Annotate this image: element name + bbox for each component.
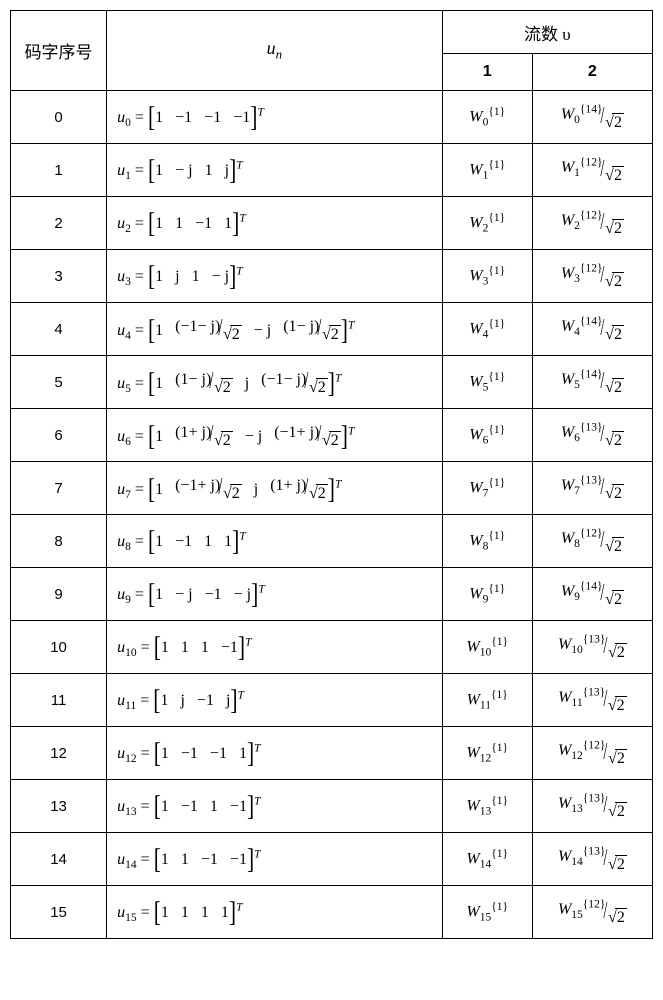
flow-1-cell: W15{1}	[442, 886, 532, 939]
flow-2-cell: W11{13}/√2	[532, 674, 652, 727]
codeword-index: 1	[11, 144, 107, 197]
flow-2-cell: W14{13}/√2	[532, 833, 652, 886]
table-row: 6u6 = [1 (1+ j)/√2 − j (−1+ j)/√2]TW6{1}…	[11, 409, 653, 462]
codeword-vector: u11 = [1 j −1 j]T	[107, 674, 443, 727]
table-row: 2u2 = [1 1 −1 1]TW2{1}W2{12}/√2	[11, 197, 653, 250]
table-row: 7u7 = [1 (−1+ j)/√2 j (1+ j)/√2]TW7{1}W7…	[11, 462, 653, 515]
codeword-vector: u4 = [1 (−1− j)/√2 − j (1− j)/√2]T	[107, 303, 443, 356]
codeword-index: 4	[11, 303, 107, 356]
codeword-index: 9	[11, 568, 107, 621]
flow-1-cell: W14{1}	[442, 833, 532, 886]
header-un: un	[107, 11, 443, 91]
codeword-index: 3	[11, 250, 107, 303]
header-index-text: 码字序号	[25, 43, 93, 62]
flow-1-cell: W8{1}	[442, 515, 532, 568]
flow-2-cell: W5{14}/√2	[532, 356, 652, 409]
flow-2-cell: W15{12}/√2	[532, 886, 652, 939]
codeword-index: 15	[11, 886, 107, 939]
codeword-index: 5	[11, 356, 107, 409]
codeword-vector: u9 = [1 − j −1 − j]T	[107, 568, 443, 621]
flow-1-cell: W10{1}	[442, 621, 532, 674]
flow-1-cell: W9{1}	[442, 568, 532, 621]
codeword-vector: u10 = [1 1 1 −1]T	[107, 621, 443, 674]
codeword-vector: u3 = [1 j 1 − j]T	[107, 250, 443, 303]
table-row: 4u4 = [1 (−1− j)/√2 − j (1− j)/√2]TW4{1}…	[11, 303, 653, 356]
flow-1-cell: W4{1}	[442, 303, 532, 356]
codeword-index: 7	[11, 462, 107, 515]
codeword-vector: u8 = [1 −1 1 1]T	[107, 515, 443, 568]
table-row: 3u3 = [1 j 1 − j]TW3{1}W3{12}/√2	[11, 250, 653, 303]
codeword-vector: u13 = [1 −1 1 −1]T	[107, 780, 443, 833]
flow-1-cell: W13{1}	[442, 780, 532, 833]
codeword-vector: u12 = [1 −1 −1 1]T	[107, 727, 443, 780]
flow-1-cell: W11{1}	[442, 674, 532, 727]
header-un-symbol: un	[267, 38, 282, 58]
codeword-vector: u6 = [1 (1+ j)/√2 − j (−1+ j)/√2]T	[107, 409, 443, 462]
flow-2-cell: W4{14}/√2	[532, 303, 652, 356]
header-index: 码字序号	[11, 11, 107, 91]
flow-2-cell: W12{12}/√2	[532, 727, 652, 780]
codeword-index: 0	[11, 91, 107, 144]
flow-2-cell: W9{14}/√2	[532, 568, 652, 621]
flow-1-cell: W0{1}	[442, 91, 532, 144]
header-flow-2: 2	[532, 54, 652, 91]
codeword-vector: u15 = [1 1 1 1]T	[107, 886, 443, 939]
flow-2-cell: W8{12}/√2	[532, 515, 652, 568]
table-row: 14u14 = [1 1 −1 −1]TW14{1}W14{13}/√2	[11, 833, 653, 886]
codeword-vector: u5 = [1 (1− j)/√2 j (−1− j)/√2]T	[107, 356, 443, 409]
codeword-index: 14	[11, 833, 107, 886]
codeword-vector: u7 = [1 (−1+ j)/√2 j (1+ j)/√2]T	[107, 462, 443, 515]
flow-1-cell: W5{1}	[442, 356, 532, 409]
codeword-index: 13	[11, 780, 107, 833]
codeword-vector: u14 = [1 1 −1 −1]T	[107, 833, 443, 886]
table-row: 10u10 = [1 1 1 −1]TW10{1}W10{13}/√2	[11, 621, 653, 674]
codeword-index: 8	[11, 515, 107, 568]
flow-2-cell: W13{13}/√2	[532, 780, 652, 833]
table-row: 0u0 = [1 −1 −1 −1]TW0{1}W0{14}/√2	[11, 91, 653, 144]
table-row: 15u15 = [1 1 1 1]TW15{1}W15{12}/√2	[11, 886, 653, 939]
flow-2-cell: W2{12}/√2	[532, 197, 652, 250]
table-row: 1u1 = [1 − j 1 j]TW1{1}W1{12}/√2	[11, 144, 653, 197]
flow-1-cell: W1{1}	[442, 144, 532, 197]
codebook-table: 码字序号 un 流数 υ 1 2 0u0 = [1 −1 −1 −1]TW0{1…	[10, 10, 653, 939]
header-flows: 流数 υ	[442, 11, 652, 54]
codeword-vector: u2 = [1 1 −1 1]T	[107, 197, 443, 250]
header-flows-text: 流数 υ	[524, 25, 571, 44]
header-row-1: 码字序号 un 流数 υ	[11, 11, 653, 54]
flow-2-cell: W7{13}/√2	[532, 462, 652, 515]
table-row: 9u9 = [1 − j −1 − j]TW9{1}W9{14}/√2	[11, 568, 653, 621]
table-row: 5u5 = [1 (1− j)/√2 j (−1− j)/√2]TW5{1}W5…	[11, 356, 653, 409]
codeword-vector: u0 = [1 −1 −1 −1]T	[107, 91, 443, 144]
codeword-index: 2	[11, 197, 107, 250]
codeword-index: 12	[11, 727, 107, 780]
flow-1-cell: W6{1}	[442, 409, 532, 462]
header-flow-1: 1	[442, 54, 532, 91]
flow-2-cell: W6{13}/√2	[532, 409, 652, 462]
codeword-index: 11	[11, 674, 107, 727]
flow-1-cell: W12{1}	[442, 727, 532, 780]
flow-2-cell: W0{14}/√2	[532, 91, 652, 144]
flow-1-cell: W2{1}	[442, 197, 532, 250]
flow-2-cell: W3{12}/√2	[532, 250, 652, 303]
flow-1-cell: W7{1}	[442, 462, 532, 515]
flow-2-cell: W10{13}/√2	[532, 621, 652, 674]
codeword-index: 6	[11, 409, 107, 462]
table-row: 13u13 = [1 −1 1 −1]TW13{1}W13{13}/√2	[11, 780, 653, 833]
table-row: 12u12 = [1 −1 −1 1]TW12{1}W12{12}/√2	[11, 727, 653, 780]
table-row: 11u11 = [1 j −1 j]TW11{1}W11{13}/√2	[11, 674, 653, 727]
flow-2-cell: W1{12}/√2	[532, 144, 652, 197]
codeword-index: 10	[11, 621, 107, 674]
table-row: 8u8 = [1 −1 1 1]TW8{1}W8{12}/√2	[11, 515, 653, 568]
flow-1-cell: W3{1}	[442, 250, 532, 303]
codeword-vector: u1 = [1 − j 1 j]T	[107, 144, 443, 197]
